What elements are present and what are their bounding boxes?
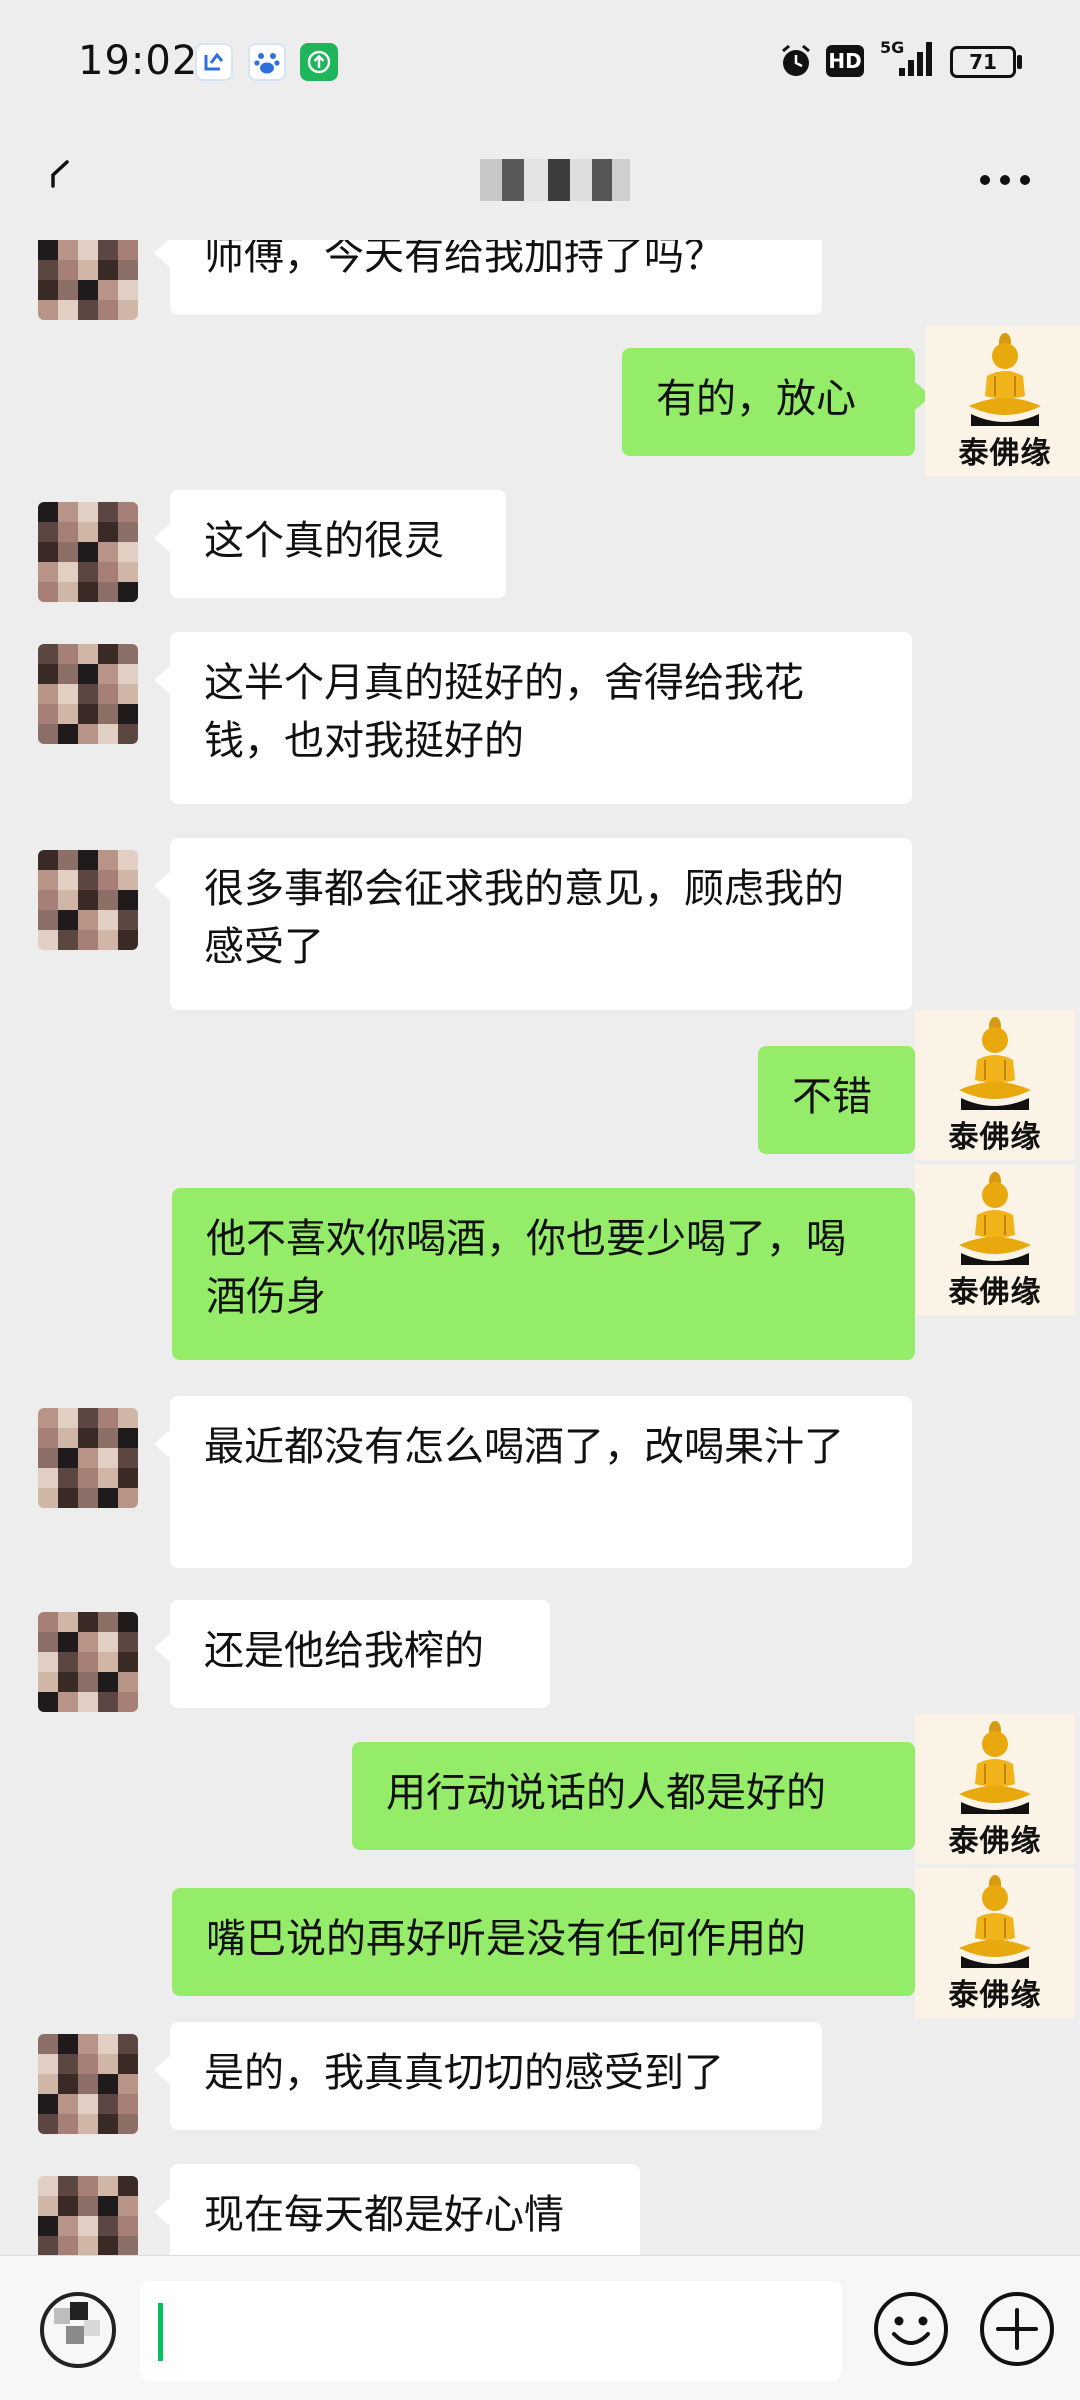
buddha-avatar[interactable]: 泰佛缘 (915, 1868, 1075, 2018)
message-text: 这半个月真的挺好的，舍得给我花钱，也对我挺好的 (204, 660, 804, 764)
message-text: 有的，放心 (656, 376, 856, 422)
contact-avatar[interactable] (38, 2176, 138, 2255)
message-bubble-outgoing[interactable]: 用行动说话的人都是好的 (352, 1742, 931, 1850)
status-bar: 19:02 HD 5G 71 (0, 0, 1080, 125)
voice-icon (40, 2292, 116, 2368)
buddha-avatar-label: 泰佛缘 (948, 1824, 1042, 1859)
message-text: 不错 (792, 1074, 872, 1120)
message-bubble-incoming[interactable]: 这半个月真的挺好的，舍得给我花钱，也对我挺好的 (154, 632, 912, 804)
contact-avatar[interactable] (38, 502, 138, 602)
more-dots-icon (980, 175, 1030, 185)
buddha-icon (959, 1017, 1031, 1110)
alarm-icon (778, 42, 814, 84)
hd-icon: HD (826, 45, 864, 77)
baidu-icon (248, 43, 286, 81)
plus-icon (980, 2292, 1054, 2366)
contact-avatar[interactable] (38, 1408, 138, 1508)
buddha-avatar[interactable]: 泰佛缘 (915, 1165, 1075, 1315)
buddha-avatar[interactable]: 泰佛缘 (925, 326, 1080, 476)
contact-avatar[interactable] (38, 850, 138, 950)
message-bubble-incoming[interactable]: 现在每天都是好心情 (154, 2164, 640, 2255)
chat-title-obscured (480, 159, 630, 201)
chat-screen: 19:02 HD 5G 71 师傅，今天有给我加持了吗？ 有的，放心 泰佛缘 这… (0, 0, 1080, 2400)
message-bubble-incoming[interactable]: 最近都没有怎么喝酒了，改喝果汁了 (154, 1396, 912, 1568)
message-text: 这个真的很灵 (204, 518, 444, 564)
buddha-avatar-label: 泰佛缘 (958, 436, 1052, 471)
contact-avatar[interactable] (38, 240, 138, 320)
message-bubble-incoming[interactable]: 是的，我真真切切的感受到了 (154, 2022, 822, 2130)
contact-avatar[interactable] (38, 644, 138, 744)
buddha-icon (959, 1875, 1031, 1968)
back-arrow-icon (51, 160, 69, 188)
emoji-icon (874, 2292, 948, 2366)
more-functions-button[interactable] (976, 2288, 1058, 2370)
buddha-avatar-label: 泰佛缘 (948, 1275, 1042, 1310)
back-button[interactable] (30, 145, 90, 205)
message-bubble-incoming[interactable]: 这个真的很灵 (154, 490, 506, 598)
buddha-icon (959, 1172, 1031, 1265)
message-text: 用行动说话的人都是好的 (386, 1770, 826, 1816)
chat-header (0, 125, 1080, 240)
upload-app-icon (300, 43, 338, 81)
battery-icon: 71 (950, 46, 1016, 78)
message-bubble-outgoing[interactable]: 不错 (758, 1046, 931, 1154)
message-text: 还是他给我榨的 (204, 1628, 484, 1674)
message-text: 他不喜欢你喝酒，你也要少喝了，喝酒伤身 (206, 1216, 846, 1320)
text-cursor (158, 2303, 163, 2361)
message-bubble-outgoing[interactable]: 嘴巴说的再好听是没有任何作用的 (172, 1888, 931, 1996)
message-text: 很多事都会征求我的意见，顾虑我的感受了 (204, 866, 844, 970)
status-time: 19:02 (78, 38, 199, 84)
message-bubble-incoming[interactable]: 还是他给我榨的 (154, 1600, 550, 1708)
message-bubble-incoming[interactable]: 很多事都会征求我的意见，顾虑我的感受了 (154, 838, 912, 1010)
message-bubble-outgoing[interactable]: 有的，放心 (622, 348, 931, 456)
emoji-button[interactable] (870, 2288, 952, 2370)
more-options-button[interactable] (970, 155, 1040, 205)
message-text: 是的，我真真切切的感受到了 (204, 2050, 724, 2096)
message-bubble-outgoing[interactable]: 他不喜欢你喝酒，你也要少喝了，喝酒伤身 (172, 1188, 931, 1360)
message-text: 嘴巴说的再好听是没有任何作用的 (206, 1916, 806, 1962)
buddha-icon (959, 1721, 1031, 1814)
voice-button[interactable] (36, 2288, 120, 2372)
buddha-avatar-label: 泰佛缘 (948, 1120, 1042, 1155)
input-bar (0, 2255, 1080, 2400)
contact-avatar[interactable] (38, 2034, 138, 2134)
buddha-avatar-label: 泰佛缘 (948, 1978, 1042, 2013)
message-text: 师傅，今天有给我加持了吗？ (204, 240, 724, 279)
app-notification-icon (195, 43, 233, 81)
contact-avatar[interactable] (38, 1612, 138, 1712)
message-input[interactable] (140, 2281, 842, 2381)
battery-tip (1017, 55, 1022, 69)
message-text: 现在每天都是好心情 (204, 2192, 564, 2238)
buddha-icon (969, 333, 1041, 426)
buddha-avatar[interactable]: 泰佛缘 (915, 1714, 1075, 1864)
buddha-avatar[interactable]: 泰佛缘 (915, 1010, 1075, 1160)
message-text: 最近都没有怎么喝酒了，改喝果汁了 (204, 1424, 844, 1470)
message-bubble-incoming[interactable]: 师傅，今天有给我加持了吗？ (154, 240, 822, 315)
message-list[interactable]: 师傅，今天有给我加持了吗？ 有的，放心 泰佛缘 这个真的很灵 这半个月真的挺好的… (0, 240, 1080, 2255)
